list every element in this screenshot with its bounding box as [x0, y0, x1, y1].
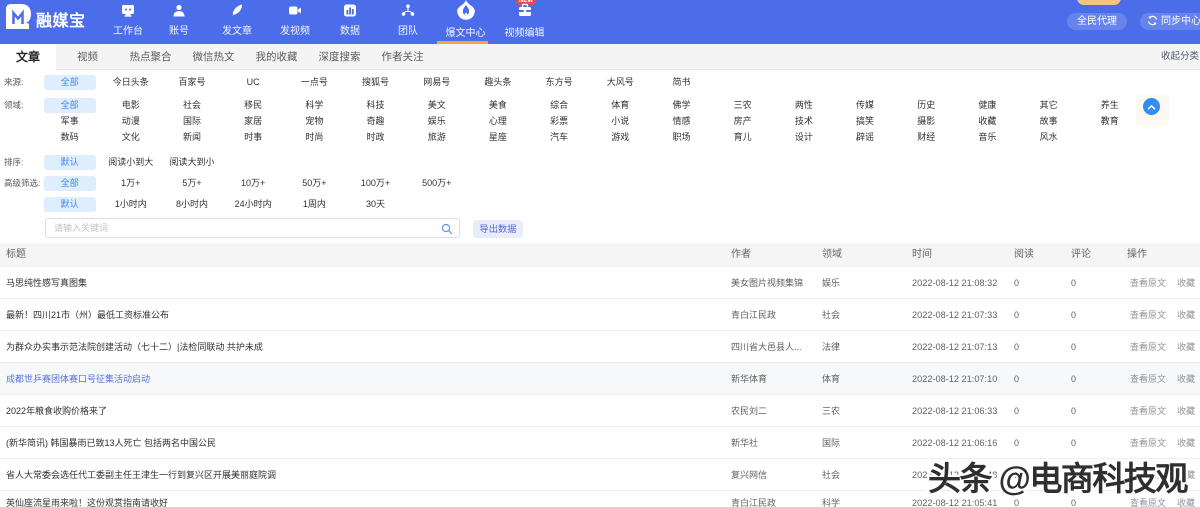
svg-text:头条 @电商科技观: 头条 @电商科技观 [928, 460, 1188, 497]
